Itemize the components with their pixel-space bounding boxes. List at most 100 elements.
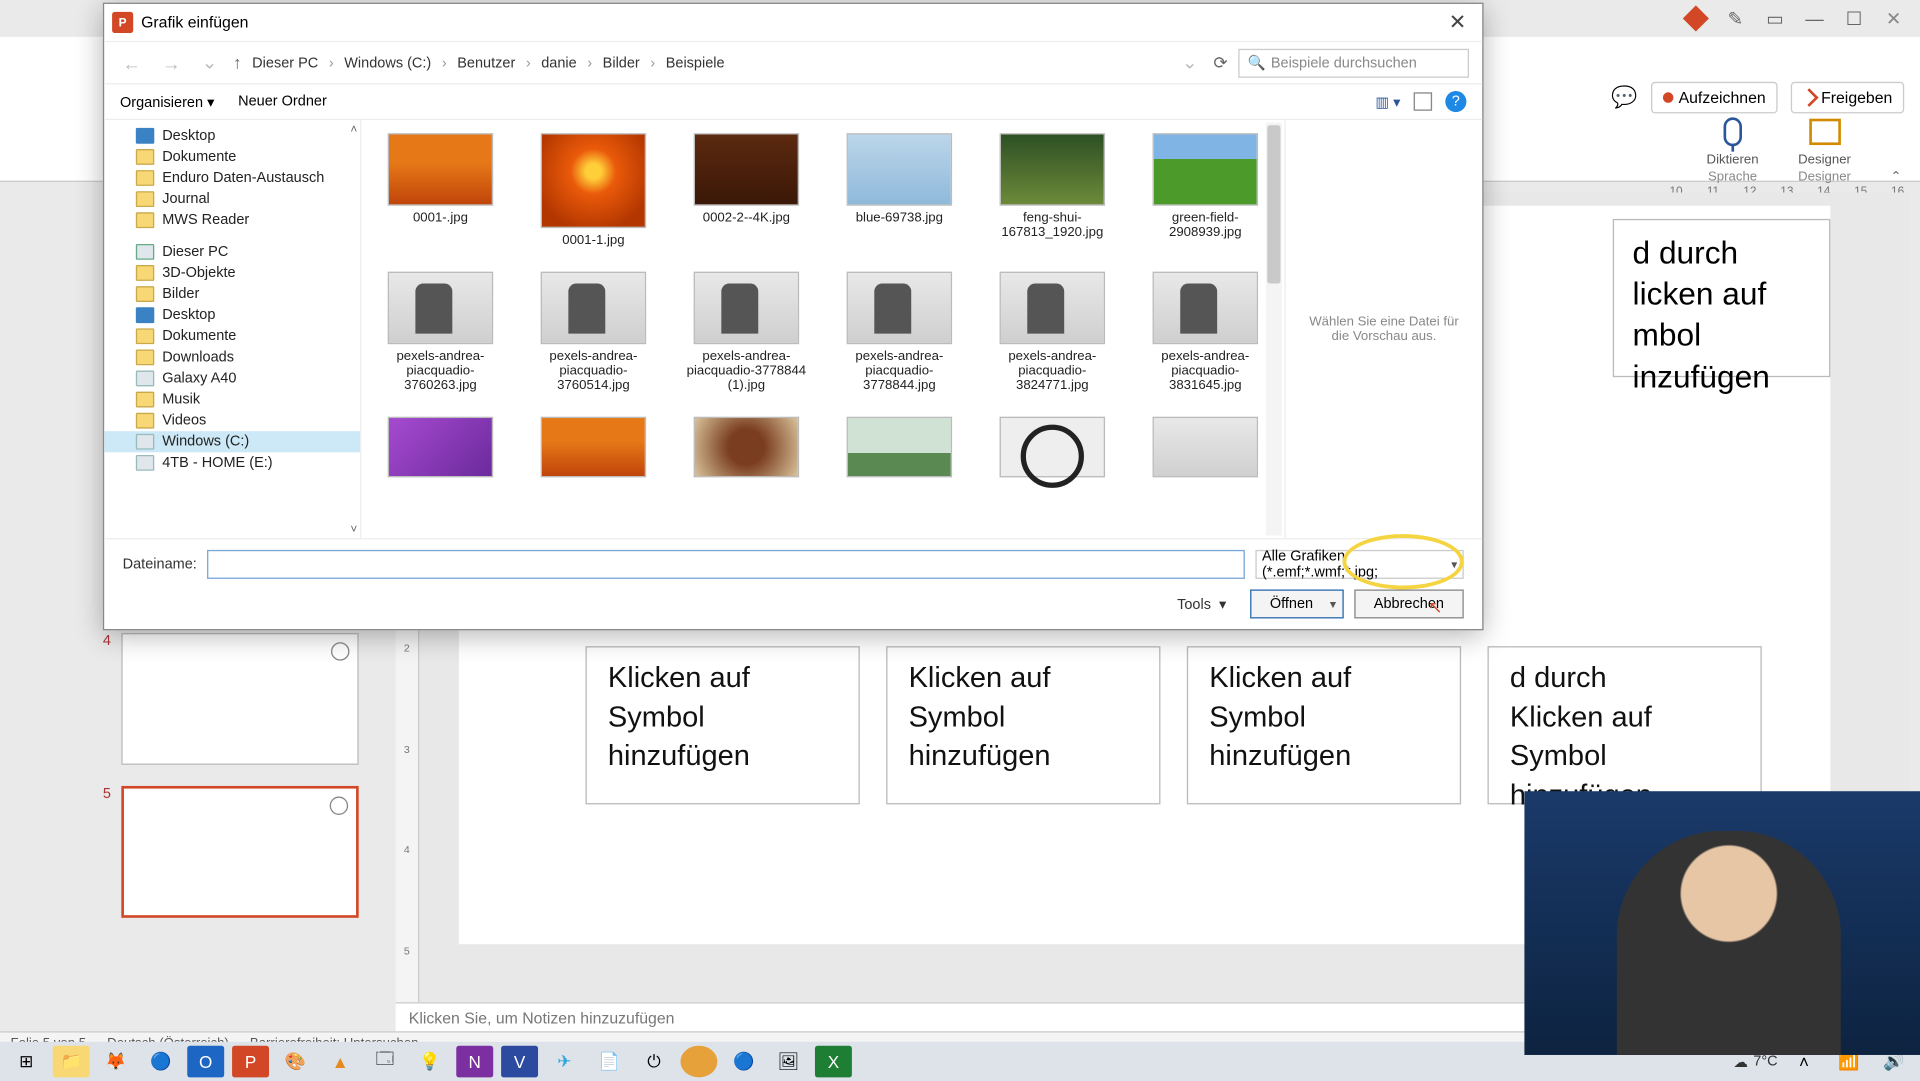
- tree-item[interactable]: Videos: [104, 410, 360, 431]
- vlc-icon[interactable]: ▲: [322, 1046, 359, 1078]
- breadcrumb[interactable]: Benutzer: [457, 55, 515, 71]
- tree-item[interactable]: Dokumente: [104, 326, 360, 347]
- file-item[interactable]: [533, 417, 654, 483]
- tree-item[interactable]: Journal: [104, 189, 360, 210]
- breadcrumb[interactable]: danie: [541, 55, 577, 71]
- app-icon[interactable]: 🖼: [770, 1046, 807, 1078]
- organize-button[interactable]: Organisieren ▾: [120, 93, 214, 110]
- app-icon[interactable]: 🎨: [277, 1046, 314, 1078]
- scroll-up-icon[interactable]: ˄: [350, 123, 357, 136]
- file-item[interactable]: 0001-.jpg: [380, 133, 501, 248]
- file-item[interactable]: 0001-1.jpg: [533, 133, 654, 248]
- file-grid[interactable]: 0001-.jpg 0001-1.jpg 0002-2--4K.jpg blue-69…: [361, 120, 1284, 538]
- dictate-group[interactable]: Diktieren Sprache: [1707, 113, 1759, 184]
- app-close-icon[interactable]: ✕: [1883, 8, 1904, 29]
- chrome-icon[interactable]: 🔵: [142, 1046, 179, 1078]
- file-item[interactable]: pexels-andrea-piacquadio-3778844 (1).jpg: [686, 272, 807, 393]
- file-item[interactable]: pexels-andrea-piacquadio-3760514.jpg: [533, 272, 654, 393]
- breadcrumb[interactable]: Bilder: [603, 55, 640, 71]
- back-icon[interactable]: ←: [117, 52, 146, 73]
- outlook-icon[interactable]: O: [187, 1046, 224, 1078]
- explorer-icon[interactable]: 📁: [53, 1046, 90, 1078]
- app-icon[interactable]: 📄: [591, 1046, 628, 1078]
- open-button[interactable]: Öffnen▼: [1250, 589, 1343, 618]
- cancel-button[interactable]: Abbrechen: [1354, 589, 1464, 618]
- content-placeholder[interactable]: Klicken auf Symbol hinzufügen: [1187, 646, 1461, 804]
- file-item[interactable]: 0002-2--4K.jpg: [686, 133, 807, 248]
- file-item[interactable]: feng-shui-167813_1920.jpg: [992, 133, 1113, 248]
- breadcrumb[interactable]: Windows (C:): [344, 55, 431, 71]
- minimize-icon[interactable]: —: [1804, 8, 1825, 29]
- breadcrumb[interactable]: Beispiele: [666, 55, 725, 71]
- onenote-icon[interactable]: N: [456, 1046, 493, 1078]
- tree-item[interactable]: Bilder: [104, 284, 360, 305]
- start-icon[interactable]: ⊞: [8, 1046, 45, 1078]
- file-item[interactable]: green-field-2908939.jpg: [1145, 133, 1266, 248]
- powerpoint-icon[interactable]: P: [232, 1046, 269, 1078]
- tree-item[interactable]: 3D-Objekte: [104, 262, 360, 283]
- app-icon[interactable]: 🗔: [367, 1046, 404, 1078]
- breadcrumb[interactable]: Dieser PC: [252, 55, 318, 71]
- view-mode-icon[interactable]: ▥ ▾: [1375, 93, 1400, 110]
- app-icon[interactable]: 🔵: [725, 1046, 762, 1078]
- content-placeholder[interactable]: d durch Klicken auf Symbol hinzufügen: [1487, 646, 1761, 804]
- file-item[interactable]: pexels-andrea-piacquadio-3778844.jpg: [839, 272, 960, 393]
- file-item[interactable]: [992, 417, 1113, 483]
- scrollbar[interactable]: [1266, 123, 1282, 536]
- preview-pane-icon[interactable]: [1414, 92, 1432, 110]
- share-button[interactable]: Freigeben: [1791, 82, 1904, 114]
- folder-tree[interactable]: ˄ DesktopDokumenteEnduro Daten-Austausch…: [104, 120, 361, 538]
- file-item[interactable]: [1145, 417, 1266, 483]
- content-placeholder[interactable]: Klicken auf Symbol hinzufügen: [886, 646, 1160, 804]
- recent-icon[interactable]: ⌄: [196, 51, 222, 73]
- file-item[interactable]: blue-69738.jpg: [839, 133, 960, 248]
- slide-thumbnail[interactable]: [121, 633, 358, 765]
- tree-item[interactable]: Enduro Daten-Austausch: [104, 167, 360, 188]
- collapse-ribbon-icon[interactable]: ⌃: [1891, 170, 1902, 185]
- file-item[interactable]: [686, 417, 807, 483]
- new-folder-button[interactable]: Neuer Ordner: [238, 94, 327, 110]
- designer-group[interactable]: Designer Designer: [1798, 113, 1851, 184]
- record-button[interactable]: Aufzeichnen: [1651, 82, 1778, 114]
- tree-item[interactable]: Desktop: [104, 125, 360, 146]
- file-item[interactable]: [839, 417, 960, 483]
- file-item[interactable]: [380, 417, 501, 483]
- pen-icon[interactable]: ✎: [1725, 8, 1746, 29]
- help-icon[interactable]: ?: [1445, 91, 1466, 112]
- content-placeholder[interactable]: Klicken auf Symbol hinzufügen: [586, 646, 860, 804]
- tree-item[interactable]: MWS Reader: [104, 210, 360, 231]
- tree-item[interactable]: Dieser PC: [104, 241, 360, 262]
- app-icon[interactable]: V: [501, 1046, 538, 1078]
- file-item[interactable]: pexels-andrea-piacquadio-3760263.jpg: [380, 272, 501, 393]
- close-icon[interactable]: ✕: [1441, 9, 1475, 35]
- crumb-dropdown-icon[interactable]: ⌄: [1177, 51, 1203, 73]
- window-icon[interactable]: ▭: [1764, 8, 1785, 29]
- tree-item[interactable]: Musik: [104, 389, 360, 410]
- excel-icon[interactable]: X: [815, 1046, 852, 1078]
- tree-item[interactable]: Desktop: [104, 305, 360, 326]
- tree-item[interactable]: Downloads: [104, 347, 360, 368]
- comments-icon[interactable]: 💬: [1611, 84, 1637, 110]
- app-icon[interactable]: ⏻: [636, 1046, 673, 1078]
- tools-button[interactable]: Tools ▾: [1177, 595, 1226, 612]
- tree-item[interactable]: Windows (C:): [104, 431, 360, 452]
- tree-item[interactable]: Galaxy A40: [104, 368, 360, 389]
- scroll-down-icon[interactable]: ˅: [350, 522, 357, 535]
- tree-item[interactable]: Dokumente: [104, 146, 360, 167]
- refresh-icon[interactable]: ⟳: [1213, 52, 1227, 73]
- forward-icon[interactable]: →: [157, 52, 186, 73]
- tree-item[interactable]: 4TB - HOME (E:): [104, 452, 360, 473]
- file-item[interactable]: pexels-andrea-piacquadio-3824771.jpg: [992, 272, 1113, 393]
- telegram-icon[interactable]: ✈: [546, 1046, 583, 1078]
- weather-widget[interactable]: ☁ 7°C: [1733, 1053, 1777, 1070]
- up-icon[interactable]: ↑: [233, 53, 242, 73]
- maximize-icon[interactable]: ☐: [1844, 8, 1865, 29]
- file-item[interactable]: pexels-andrea-piacquadio-3831645.jpg: [1145, 272, 1266, 393]
- filename-input[interactable]: [207, 550, 1244, 579]
- placeholder-partial-top[interactable]: d durch licken auf mbol inzufügen: [1613, 219, 1831, 377]
- file-filter-select[interactable]: Alle Grafiken (*.emf;*.wmf;*.jpg;▾: [1255, 550, 1463, 579]
- slide-thumbnail[interactable]: [121, 786, 358, 918]
- app-icon[interactable]: [680, 1046, 717, 1078]
- firefox-icon[interactable]: 🦊: [98, 1046, 135, 1078]
- search-input[interactable]: 🔍Beispiele durchsuchen: [1238, 48, 1469, 77]
